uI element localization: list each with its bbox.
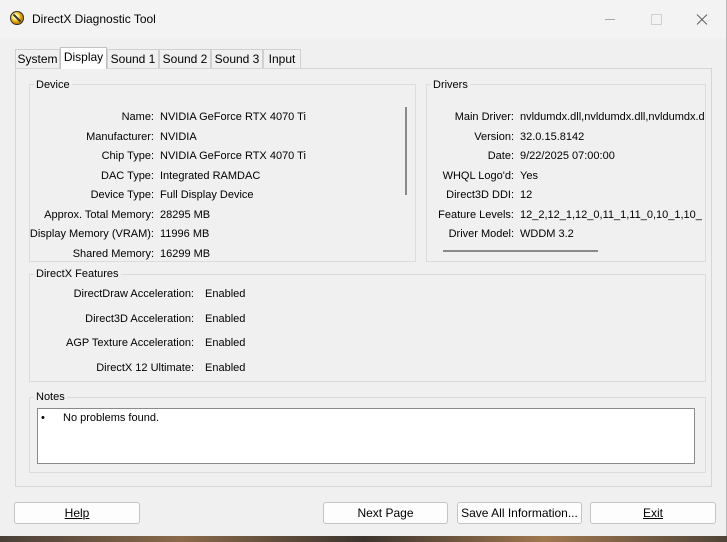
- notes-title: Notes: [34, 391, 67, 403]
- feature-levels-value: 12_2,12_1,12_0,11_1,11_0,10_1,10_: [520, 209, 702, 221]
- window-title: DirectX Diagnostic Tool: [32, 12, 156, 26]
- driver-date-label: Date:: [487, 150, 514, 162]
- title-bar: DirectX Diagnostic Tool: [0, 0, 726, 38]
- close-button[interactable]: [679, 0, 725, 38]
- help-button[interactable]: Help: [14, 502, 140, 524]
- dac-type-value: Integrated RAMDAC: [160, 170, 261, 182]
- tab-display[interactable]: Display: [60, 47, 107, 69]
- chip-type-value: NVIDIA GeForce RTX 4070 Ti: [160, 150, 306, 162]
- device-group-title: Device: [34, 79, 72, 91]
- tab-sound-1[interactable]: Sound 1: [107, 49, 159, 68]
- manufacturer-label: Manufacturer:: [86, 131, 154, 143]
- direct3d-accel-value: Enabled: [205, 313, 246, 325]
- chip-type-label: Chip Type:: [101, 150, 154, 162]
- dxdiag-window: DirectX Diagnostic Tool System Display S…: [0, 0, 727, 536]
- device-name-value: NVIDIA GeForce RTX 4070 Ti: [160, 111, 306, 123]
- dx12-ultimate-label: DirectX 12 Ultimate:: [96, 362, 194, 374]
- d3d-ddi-label: Direct3D DDI:: [446, 189, 514, 201]
- total-memory-label: Approx. Total Memory:: [44, 209, 154, 221]
- driver-date-value: 9/22/2025 07:00:00: [520, 150, 615, 162]
- dx12-ultimate-value: Enabled: [205, 362, 246, 374]
- vram-value: 11996 MB: [160, 228, 210, 240]
- drivers-content: Main Driver: nvldumdx.dll,nvldumdx.dll,n…: [426, 84, 706, 249]
- tab-sound-3[interactable]: Sound 3: [211, 49, 263, 68]
- directx-app-icon: [10, 11, 24, 25]
- directdraw-accel-value: Enabled: [205, 288, 246, 300]
- directdraw-accel-label: DirectDraw Acceleration:: [73, 288, 194, 300]
- driver-version-label: Version:: [474, 131, 514, 143]
- notes-textbox[interactable]: • No problems found.: [37, 408, 695, 464]
- manufacturer-value: NVIDIA: [160, 131, 197, 143]
- drivers-scrollbar[interactable]: [443, 250, 598, 252]
- tab-sound-2[interactable]: Sound 2: [159, 49, 211, 68]
- tab-input[interactable]: Input: [263, 49, 301, 68]
- device-scrollbar[interactable]: [405, 107, 407, 195]
- dac-type-label: DAC Type:: [101, 170, 154, 182]
- maximize-button[interactable]: [633, 0, 679, 38]
- whql-value: Yes: [520, 170, 538, 182]
- help-button-label: Help: [64, 506, 90, 520]
- agp-texture-accel-label: AGP Texture Acceleration:: [66, 337, 194, 349]
- driver-model-label: Driver Model:: [448, 228, 514, 240]
- driver-version-value: 32.0.15.8142: [520, 131, 585, 143]
- main-driver-label: Main Driver:: [454, 111, 514, 123]
- next-page-button[interactable]: Next Page: [323, 502, 448, 524]
- tab-system[interactable]: System: [15, 49, 60, 68]
- whql-label: WHQL Logo'd:: [442, 170, 514, 182]
- device-name-label: Name:: [121, 111, 154, 123]
- feature-levels-label: Feature Levels:: [438, 209, 514, 221]
- d3d-ddi-value: 12: [520, 189, 533, 201]
- shared-memory-value: 16299 MB: [160, 248, 211, 260]
- device-type-label: Device Type:: [90, 189, 154, 201]
- driver-model-value: WDDM 3.2: [520, 228, 574, 240]
- total-memory-value: 28295 MB: [160, 209, 211, 221]
- save-all-button-label: Save All Information...: [461, 506, 578, 520]
- desktop-background: [0, 536, 727, 542]
- next-page-button-label: Next Page: [357, 506, 414, 520]
- exit-button-label: Exit: [642, 506, 663, 520]
- agp-texture-accel-value: Enabled: [205, 337, 246, 349]
- direct3d-accel-label: Direct3D Acceleration:: [85, 313, 194, 325]
- notes-item: No problems found.: [63, 412, 159, 424]
- exit-button[interactable]: Exit: [590, 502, 716, 524]
- main-driver-value: nvldumdx.dll,nvldumdx.dll,nvldumdx.d: [520, 111, 705, 123]
- device-type-value: Full Display Device: [160, 189, 254, 201]
- minimize-button[interactable]: [587, 0, 633, 38]
- directx-features-title: DirectX Features: [34, 268, 121, 280]
- notes-bullet: •: [41, 412, 45, 424]
- shared-memory-label: Shared Memory:: [72, 248, 154, 260]
- save-all-information-button[interactable]: Save All Information...: [457, 502, 582, 524]
- vram-label: Display Memory (VRAM):: [29, 228, 154, 240]
